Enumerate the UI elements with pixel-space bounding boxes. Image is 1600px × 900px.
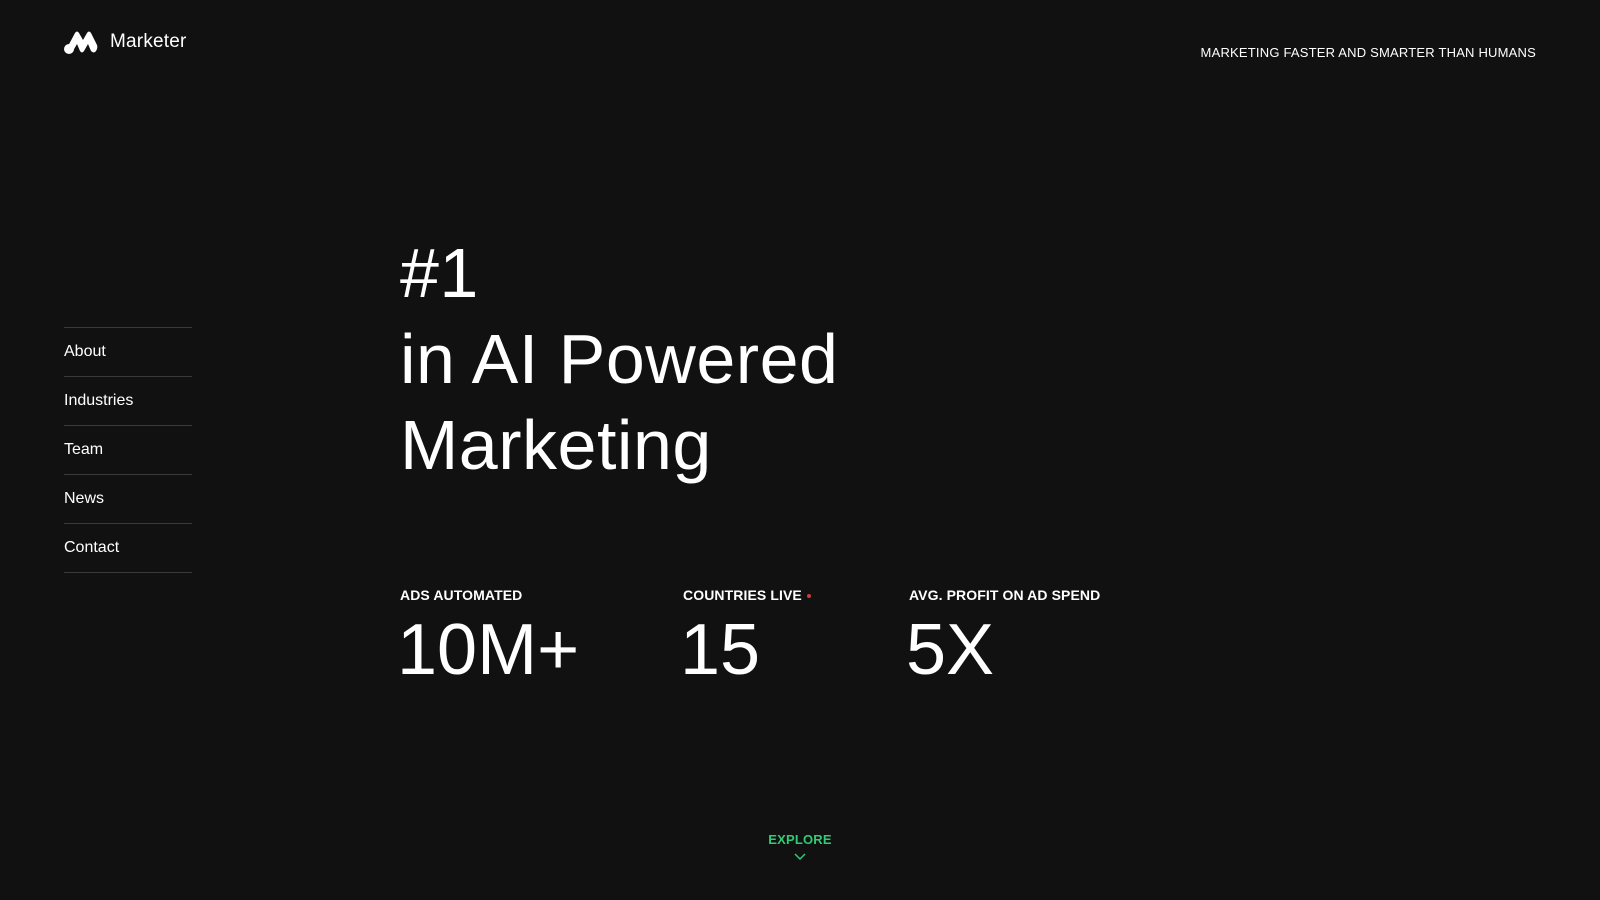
stat-avg-profit: AVG. PROFIT ON AD SPEND 5X xyxy=(906,587,1100,690)
stat-value: 5X xyxy=(906,610,995,690)
nav-item-contact[interactable]: Contact xyxy=(64,524,192,573)
stat-label-text: COUNTRIES LIVE xyxy=(683,587,802,603)
stat-label: AVG. PROFIT ON AD SPEND xyxy=(909,587,1100,603)
nav-item-industries[interactable]: Industries xyxy=(64,377,192,426)
stat-label: ADS AUTOMATED xyxy=(400,587,579,603)
hero-line-field: Marketing xyxy=(400,406,712,484)
side-nav: About Industries Team News Contact xyxy=(64,327,192,573)
stat-label-text: ADS AUTOMATED xyxy=(400,587,523,603)
stat-label: COUNTRIES LIVE xyxy=(683,587,811,603)
landing-page: Marketer MARKETING FASTER AND SMARTER TH… xyxy=(0,0,1600,900)
header-tagline: MARKETING FASTER AND SMARTER THAN HUMANS xyxy=(1200,45,1536,60)
stat-value: 15 xyxy=(680,610,761,690)
stat-label-text: AVG. PROFIT ON AD SPEND xyxy=(909,587,1101,603)
live-dot-icon xyxy=(806,594,811,598)
stat-value: 10M+ xyxy=(397,610,580,690)
stats-row: ADS AUTOMATED 10M+ COUNTRIES LIVE 15 AVG… xyxy=(0,587,1600,697)
marketer-m-logo-icon xyxy=(64,31,98,54)
stat-ads-automated: ADS AUTOMATED 10M+ xyxy=(397,587,580,690)
explore-label: EXPLORE xyxy=(768,832,832,847)
nav-item-about[interactable]: About xyxy=(64,328,192,377)
stat-countries-live: COUNTRIES LIVE 15 xyxy=(680,587,811,690)
brand-name: Marketer xyxy=(110,31,187,52)
brand-logo-link[interactable]: Marketer xyxy=(64,30,187,54)
chevron-down-icon xyxy=(794,853,806,861)
explore-button[interactable]: EXPLORE xyxy=(740,832,860,861)
nav-item-news[interactable]: News xyxy=(64,475,192,524)
hero-headline: #1 in AI Powered Marketing xyxy=(400,230,838,488)
hero-line-subject: in AI Powered xyxy=(400,320,839,398)
hero-line-rank: #1 xyxy=(400,234,479,312)
nav-item-team[interactable]: Team xyxy=(64,426,192,475)
